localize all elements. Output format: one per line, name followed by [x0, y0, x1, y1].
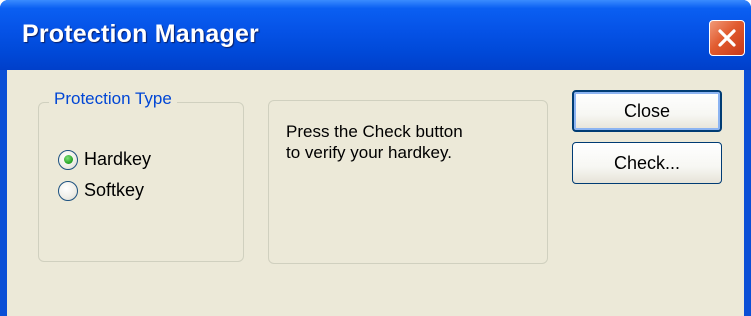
- info-message: Press the Check button to verify your ha…: [286, 121, 536, 163]
- window-title: Protection Manager: [22, 20, 259, 48]
- protection-manager-window: Protection Manager Protection Type Hardk…: [0, 0, 751, 316]
- close-button[interactable]: Close: [572, 90, 722, 132]
- radio-dot-icon: [63, 155, 73, 164]
- radio-softkey[interactable]: Softkey: [58, 180, 144, 201]
- protection-type-legend: Protection Type: [49, 89, 177, 109]
- radio-hardkey-label[interactable]: Hardkey: [84, 149, 151, 170]
- dialog-client-area: Protection Type Hardkey Softkey Press th…: [7, 70, 744, 316]
- info-line-2: to verify your hardkey.: [286, 143, 452, 162]
- protection-type-groupbox: Protection Type Hardkey Softkey: [38, 89, 244, 262]
- close-x-icon[interactable]: [709, 20, 745, 56]
- radio-button-selected-icon[interactable]: [58, 149, 78, 170]
- radio-button-icon[interactable]: [58, 180, 78, 201]
- radio-hardkey[interactable]: Hardkey: [58, 149, 151, 170]
- title-bar[interactable]: Protection Manager: [0, 0, 751, 70]
- info-line-1: Press the Check button: [286, 122, 463, 141]
- check-button[interactable]: Check...: [572, 142, 722, 184]
- info-panel: Press the Check button to verify your ha…: [268, 100, 548, 264]
- radio-softkey-label[interactable]: Softkey: [84, 180, 144, 201]
